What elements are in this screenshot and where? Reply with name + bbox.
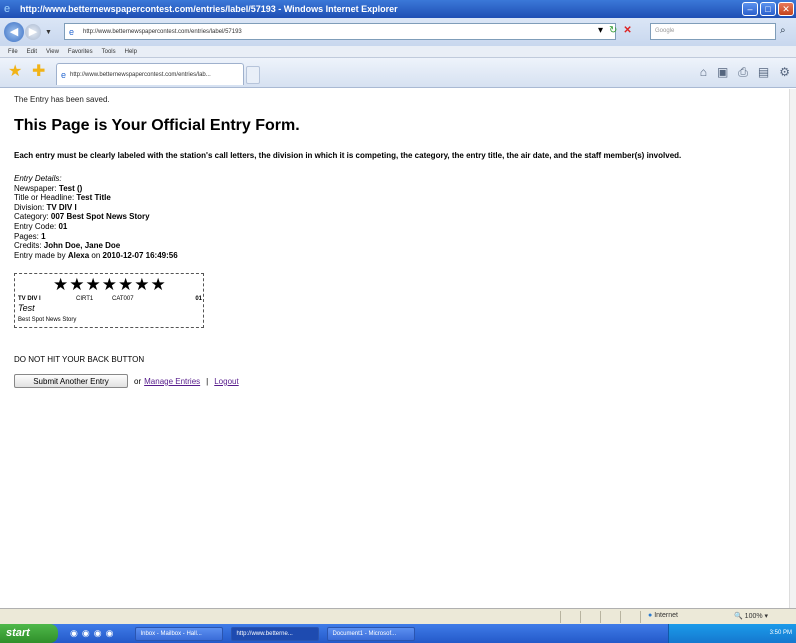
stop-icon[interactable]: ✕: [623, 25, 631, 36]
address-bar[interactable]: e http://www.betternewspapercontest.com/…: [64, 23, 616, 40]
system-tray: 3:50 PM: [668, 624, 796, 643]
detail-entry-code: Entry Code: 01: [14, 221, 68, 231]
detail-category: Category: 007 Best Spot News Story: [14, 212, 150, 222]
tab-label: http://www.betternewspapercontest.com/en…: [70, 71, 211, 78]
address-dropdown-icon[interactable]: ▾: [598, 25, 603, 36]
menu-edit[interactable]: Edit: [27, 49, 37, 55]
entry-details-heading: Entry Details:: [14, 174, 62, 183]
windows-taskbar: start ◉ ◉ ◉ ◉ Inbox - Mailbox - Hall... …: [0, 624, 796, 643]
maximize-button[interactable]: □: [760, 2, 776, 16]
page-content: The Entry has been saved. This Page is Y…: [0, 89, 789, 608]
address-tools: ▾ ↻ ✕: [598, 25, 632, 36]
favorites-star-icon[interactable]: ★: [8, 64, 22, 80]
new-tab-button[interactable]: [246, 66, 260, 84]
command-bar: ⌂ ▣ ⎙ ▤ ⚙: [700, 65, 790, 80]
window-title: http://www.betternewspapercontest.com/en…: [20, 4, 398, 14]
home-icon[interactable]: ⌂: [700, 65, 707, 80]
entry-actions: Submit Another Entry or Manage Entries |…: [14, 374, 789, 389]
menu-favorites[interactable]: Favorites: [68, 49, 93, 55]
detail-title: Title or Headline: Test Title: [14, 193, 111, 203]
label-cat: CAT007: [112, 296, 134, 303]
entry-details: Entry Details: Newspaper: Test () Title …: [14, 174, 789, 260]
entry-instructions: Each entry must be clearly labeled with …: [14, 151, 682, 160]
label-stars: ★★★★★★★: [53, 275, 167, 295]
quick-launch: ◉ ◉ ◉ ◉: [70, 628, 113, 639]
tools-gear-icon[interactable]: ⚙: [779, 65, 790, 80]
taskbar-item-word[interactable]: Document1 - Microsof...: [327, 626, 416, 641]
internet-explorer-icon: e: [4, 3, 11, 15]
start-button[interactable]: start: [0, 624, 58, 643]
submit-another-entry-button[interactable]: Submit Another Entry: [14, 374, 128, 389]
tab-bar: ★ ✚ e http://www.betternewspapercontest.…: [0, 58, 796, 88]
back-button[interactable]: ◀: [4, 22, 24, 42]
forward-button[interactable]: ▶: [25, 24, 41, 40]
taskbar-item-outlook[interactable]: Inbox - Mailbox - Hall...: [135, 626, 224, 641]
detail-division: Division: TV DIV I: [14, 202, 77, 212]
page-icon: e: [69, 26, 75, 37]
back-button-warning: DO NOT HIT YOUR BACK BUTTON: [14, 355, 145, 365]
or-text: or: [134, 376, 142, 386]
status-bar: ● Internet 🔍 100% ▾: [0, 608, 796, 624]
menu-file[interactable]: File: [8, 49, 18, 55]
menu-tools[interactable]: Tools: [102, 49, 116, 55]
address-toolbar: ◀ ▶ ▼ e http://www.betternewspapercontes…: [0, 18, 796, 46]
label-category: Best Spot News Story: [18, 317, 77, 324]
history-dropdown-icon[interactable]: ▼: [45, 29, 52, 36]
detail-entry-made: Entry made by Alexa on 2010-12-07 16:49:…: [14, 250, 178, 260]
add-favorites-icon[interactable]: ✚: [32, 64, 45, 80]
print-icon[interactable]: ⎙: [738, 65, 748, 80]
label-code: 01: [195, 296, 202, 303]
window-controls: – □ ✕: [742, 2, 794, 16]
address-url[interactable]: http://www.betternewspapercontest.com/en…: [83, 29, 242, 35]
search-input[interactable]: Google: [650, 23, 776, 40]
menu-help[interactable]: Help: [125, 49, 137, 55]
label-division: TV DIV I: [18, 296, 41, 303]
feeds-icon[interactable]: ▣: [717, 65, 728, 80]
page-icon: e: [61, 69, 67, 80]
globe-icon: ●: [648, 612, 653, 619]
menu-bar: File Edit View Favorites Tools Help: [0, 46, 796, 58]
manage-entries-link[interactable]: Manage Entries: [144, 377, 200, 386]
clock: 3:50 PM: [769, 630, 792, 636]
detail-pages: Pages: 1: [14, 231, 46, 241]
detail-credits: Credits: John Doe, Jane Doe: [14, 241, 121, 251]
security-zone: ● Internet: [648, 612, 678, 619]
page-menu-icon[interactable]: ▤: [758, 65, 769, 80]
quicklaunch-icon[interactable]: ◉: [82, 628, 90, 639]
zoom-icon: 🔍: [734, 613, 743, 620]
tab-current-page[interactable]: e http://www.betternewspapercontest.com/…: [56, 63, 244, 85]
zoom-level[interactable]: 🔍 100% ▾: [734, 612, 768, 620]
quicklaunch-icon[interactable]: ◉: [106, 628, 114, 639]
search-icon[interactable]: ⌕: [780, 25, 786, 36]
logout-link[interactable]: Logout: [214, 377, 238, 386]
taskbar-item-browser[interactable]: http://www.betterne...: [231, 626, 320, 641]
close-button[interactable]: ✕: [778, 2, 794, 16]
quicklaunch-icon[interactable]: ◉: [70, 628, 78, 639]
search-placeholder: Google: [655, 28, 675, 34]
window-title-bar: e http://www.betternewspapercontest.com/…: [0, 0, 796, 18]
detail-newspaper: Newspaper: Test (): [14, 183, 83, 193]
quicklaunch-icon[interactable]: ◉: [94, 628, 102, 639]
refresh-icon[interactable]: ↻: [609, 25, 617, 36]
vertical-scrollbar[interactable]: [789, 89, 796, 608]
link-separator: |: [206, 376, 209, 386]
saved-message: The Entry has been saved.: [14, 95, 110, 104]
label-cirt: CIRT1: [76, 296, 94, 303]
minimize-button[interactable]: –: [742, 2, 758, 16]
menu-view[interactable]: View: [46, 49, 59, 55]
label-title: Test: [18, 303, 35, 314]
entry-label: ★★★★★★★ TV DIV I CIRT1 CAT007 01 Test Be…: [14, 273, 204, 329]
page-title: This Page is Your Official Entry Form.: [14, 117, 300, 134]
